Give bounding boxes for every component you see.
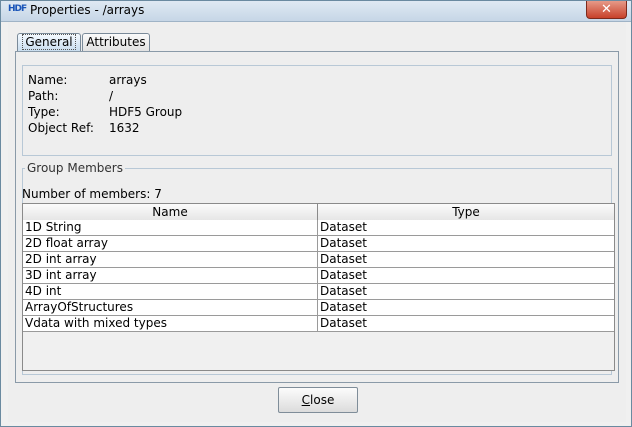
info-value: arrays bbox=[109, 73, 147, 87]
cell-name: 1D String bbox=[23, 220, 318, 235]
general-tab-panel: Name: arrays Path: / Type: HDF5 Group Ob… bbox=[15, 51, 619, 383]
table-row[interactable]: 2D float array Dataset bbox=[23, 236, 614, 252]
tab-attributes[interactable]: Attributes bbox=[82, 33, 150, 51]
table-row[interactable]: Vdata with mixed types Dataset bbox=[23, 316, 614, 332]
window-close-button[interactable]: ✕ bbox=[586, 1, 627, 19]
column-header-name[interactable]: Name bbox=[23, 204, 318, 220]
cell-type: Dataset bbox=[320, 220, 367, 234]
window-title: Properties - /arrays bbox=[30, 3, 145, 17]
close-mnemonic: C bbox=[301, 393, 311, 407]
object-info-box: Name: arrays Path: / Type: HDF5 Group Ob… bbox=[22, 65, 612, 156]
info-value: HDF5 Group bbox=[109, 105, 183, 119]
info-label: Type: bbox=[28, 105, 60, 119]
column-header-type[interactable]: Type bbox=[318, 204, 614, 220]
members-table[interactable]: Name Type 1D String Dataset 2D float arr… bbox=[22, 203, 615, 371]
info-label: Path: bbox=[28, 89, 59, 103]
cell-type: Dataset bbox=[320, 284, 367, 298]
close-button-label: Close bbox=[298, 392, 339, 408]
close-button[interactable]: Close bbox=[278, 387, 358, 413]
cell-name: Vdata with mixed types bbox=[23, 316, 318, 331]
cell-type: Dataset bbox=[320, 316, 367, 330]
info-label: Object Ref: bbox=[28, 121, 94, 135]
info-value: 1632 bbox=[109, 121, 140, 135]
cell-name: 2D float array bbox=[23, 236, 318, 251]
cell-name: 2D int array bbox=[23, 252, 318, 267]
cell-type: Dataset bbox=[320, 268, 367, 282]
member-count: Number of members: 7 bbox=[22, 187, 162, 201]
hdf-logo-icon: HDF bbox=[8, 4, 27, 14]
info-value: / bbox=[109, 89, 114, 103]
group-members-legend: Group Members bbox=[25, 161, 125, 175]
cell-type: Dataset bbox=[320, 300, 367, 314]
group-members-panel: Group Members Number of members: 7 Name … bbox=[22, 161, 615, 375]
close-label-rest: lose bbox=[310, 393, 335, 407]
properties-window: HDF Properties - /arrays ✕ General Attri… bbox=[0, 0, 632, 427]
title-bar[interactable]: HDF Properties - /arrays ✕ bbox=[1, 1, 631, 22]
tab-general[interactable]: General bbox=[17, 33, 81, 51]
table-row[interactable]: 3D int array Dataset bbox=[23, 268, 614, 284]
table-row[interactable]: 1D String Dataset bbox=[23, 220, 614, 236]
dialog-content: General Attributes Name: arrays Path: / … bbox=[8, 22, 626, 422]
cell-name: ArrayOfStructures bbox=[23, 300, 318, 315]
table-row[interactable]: ArrayOfStructures Dataset bbox=[23, 300, 614, 316]
cell-name: 3D int array bbox=[23, 268, 318, 283]
cell-name: 4D int bbox=[23, 284, 318, 299]
table-row[interactable]: 4D int Dataset bbox=[23, 284, 614, 300]
info-label: Name: bbox=[28, 73, 68, 87]
table-row[interactable]: 2D int array Dataset bbox=[23, 252, 614, 268]
table-header: Name Type bbox=[23, 204, 614, 221]
cell-type: Dataset bbox=[320, 236, 367, 250]
cell-type: Dataset bbox=[320, 252, 367, 266]
tab-general-label: General bbox=[22, 34, 76, 50]
